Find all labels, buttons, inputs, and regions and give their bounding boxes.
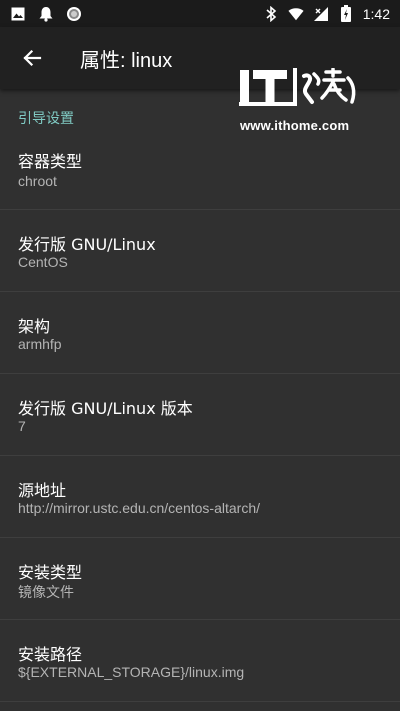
- pref-summary: ${EXTERNAL_STORAGE}/linux.img: [18, 664, 245, 680]
- watermark: www.ithome.com: [238, 66, 368, 144]
- status-bar-left: [10, 6, 82, 22]
- pref-title: 发行版 GNU/Linux: [18, 235, 156, 254]
- pref-title: 源地址: [18, 481, 67, 500]
- pref-install-path[interactable]: 安装路径 ${EXTERNAL_STORAGE}/linux.img: [0, 620, 400, 702]
- pref-title: 容器类型: [18, 152, 83, 171]
- pref-install-type[interactable]: 安装类型 镜像文件: [0, 538, 400, 620]
- pref-architecture[interactable]: 架构 armhfp: [0, 292, 400, 374]
- notification-bell-icon: [38, 6, 54, 22]
- pref-distribution-version[interactable]: 发行版 GNU/Linux 版本 7: [0, 374, 400, 456]
- ithome-logo: [238, 66, 368, 112]
- clock: 1:42: [362, 5, 390, 22]
- pref-source-url[interactable]: 源地址 http://mirror.ustc.edu.cn/centos-alt…: [0, 456, 400, 538]
- pref-distribution[interactable]: 发行版 GNU/Linux CentOS: [0, 210, 400, 292]
- pref-summary: 7: [18, 418, 26, 434]
- bluetooth-icon: [263, 5, 279, 22]
- arrow-back-icon: [23, 49, 42, 67]
- section-header-boot-settings: 引导设置: [18, 111, 74, 127]
- status-bar: 1:42: [0, 0, 400, 27]
- page-title: 属性: linux: [80, 49, 173, 72]
- pref-title: 安装类型: [18, 563, 83, 582]
- pref-title: 架构: [18, 317, 51, 336]
- status-bar-right: 1:42: [263, 5, 390, 22]
- pref-title: 发行版 GNU/Linux 版本: [18, 399, 193, 418]
- circle-icon: [66, 6, 82, 22]
- pref-summary: 镜像文件: [18, 584, 74, 600]
- image-icon: [10, 6, 26, 22]
- pref-summary: http://mirror.ustc.edu.cn/centos-altarch…: [18, 500, 260, 516]
- wifi-icon: [288, 6, 304, 22]
- preference-list: 容器类型 chroot 发行版 GNU/Linux CentOS 架构 armh…: [0, 130, 400, 702]
- battery-icon: [338, 5, 354, 22]
- back-button[interactable]: [4, 30, 60, 86]
- watermark-url: www.ithome.com: [240, 118, 350, 133]
- pref-summary: chroot: [18, 173, 57, 189]
- pref-title: 安装路径: [18, 645, 83, 664]
- pref-summary: armhfp: [18, 336, 62, 352]
- pref-summary: CentOS: [18, 254, 68, 270]
- signal-icon: [313, 6, 329, 22]
